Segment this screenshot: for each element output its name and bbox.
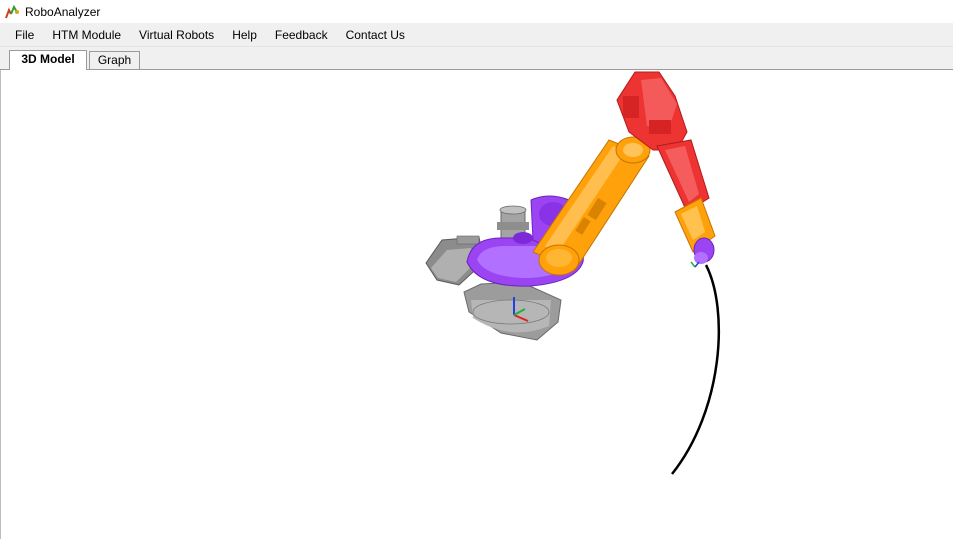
menu-htm-module[interactable]: HTM Module — [43, 23, 130, 47]
robot-scene — [425, 71, 721, 475]
robot-wrist — [674, 197, 716, 264]
menu-virtual-robots[interactable]: Virtual Robots — [130, 23, 223, 47]
menu-feedback[interactable]: Feedback — [266, 23, 337, 47]
window-title: RoboAnalyzer — [25, 4, 101, 19]
tab-graph[interactable]: Graph — [89, 51, 140, 70]
tab-3d-model[interactable]: 3D Model — [9, 50, 87, 70]
end-effector-trajectory — [671, 264, 721, 475]
roboanalyzer-logo-icon — [5, 4, 19, 18]
3d-viewport[interactable] — [0, 70, 953, 539]
tab-strip: 3D Model Graph — [0, 47, 953, 70]
menu-help[interactable]: Help — [223, 23, 266, 47]
title-bar: RoboAnalyzer — [0, 0, 953, 23]
menu-bar: File HTM Module Virtual Robots Help Feed… — [0, 23, 953, 47]
menu-file[interactable]: File — [6, 23, 43, 47]
tab-divider — [0, 69, 953, 70]
menu-contact-us[interactable]: Contact Us — [337, 23, 414, 47]
